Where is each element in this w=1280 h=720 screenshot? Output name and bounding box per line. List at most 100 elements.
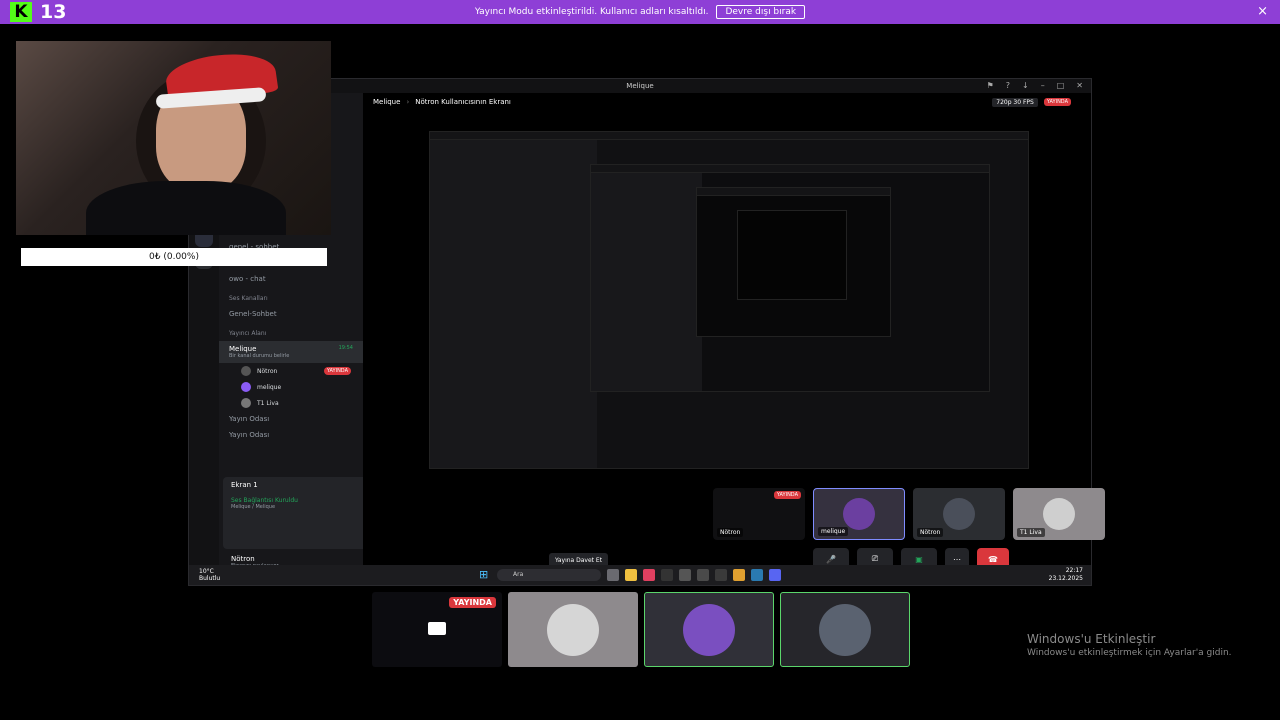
maximize-icon[interactable]: □ <box>1057 81 1065 90</box>
donation-goal-bar: 0₺ (0.00%) <box>21 248 327 266</box>
notion-icon[interactable] <box>679 569 691 581</box>
panel-title: Ekran 1 <box>231 481 258 489</box>
participant-tile[interactable]: YAYINDA Nötron <box>713 488 805 540</box>
watermark-subtitle: Windows'u etkinleştirmek için Ayarlar'a … <box>1027 648 1232 658</box>
active-channel-time: 19:54 <box>338 345 353 351</box>
channel-item[interactable]: Yayın Odası <box>219 411 363 427</box>
nested-titlebar <box>591 165 989 173</box>
connection-sub: Melique / Melique <box>231 504 276 510</box>
channel-name: Melique <box>373 98 401 106</box>
kick-logo-icon: K <box>10 2 32 22</box>
live-badge: YAYINDA <box>449 597 496 608</box>
weather-condition: Bulutlu <box>199 575 221 582</box>
active-channel-name: Melique <box>229 345 257 353</box>
avatar <box>843 498 875 530</box>
stream-preview-tile[interactable]: YAYINDA <box>372 592 502 667</box>
member-name: Nötron <box>257 367 278 375</box>
voice-channel-general[interactable]: Genel-Sohbet <box>219 306 363 322</box>
nested-screen <box>696 187 891 337</box>
channel-number: 13 <box>40 1 67 23</box>
active-channel-status: Bir kanal durumu belirle <box>229 353 290 359</box>
stream-category[interactable]: Yayıncı Alanı <box>219 322 363 341</box>
participant-tile[interactable] <box>644 592 774 667</box>
app-icon[interactable] <box>697 569 709 581</box>
clock-time: 22:17 <box>1065 567 1083 574</box>
member-name: T1 Liva <box>257 399 279 407</box>
participant-tile[interactable]: Nötron <box>913 488 1005 540</box>
voice-member[interactable]: T1 Liva <box>229 395 363 411</box>
user-name: Nötron <box>231 555 255 563</box>
quality-badge: 720p 30 FPS <box>992 97 1038 107</box>
disable-streamer-mode-button[interactable]: Devre dışı bırak <box>716 5 806 19</box>
window-title: Melique <box>626 82 654 90</box>
windows-taskbar: 10°C Bulutlu ⊞ Ara 22:17 23.12.2025 <box>189 565 1091 585</box>
participant-name: T1 Liva <box>1017 528 1045 537</box>
steam-icon[interactable] <box>751 569 763 581</box>
avatar <box>819 603 871 656</box>
watermark-title: Windows'u Etkinleştir <box>1027 632 1156 646</box>
chrome-icon[interactable] <box>733 569 745 581</box>
webcam-overlay <box>16 41 331 235</box>
connection-status: Ses Bağlantısı Kuruldu <box>231 497 298 504</box>
banner-message: Yayıncı Modu etkinleştirildi. Kullanıcı … <box>474 7 709 17</box>
tv-app-icon[interactable] <box>661 569 673 581</box>
inbox-icon[interactable]: ⚑ <box>987 81 994 90</box>
avatar <box>683 603 735 656</box>
weather-temp: 10°C <box>199 568 214 575</box>
participant-tile[interactable] <box>780 592 910 667</box>
participant-tiles: YAYINDA Nötron melique Nötron T1 Liva <box>713 488 1105 540</box>
nested-titlebar <box>430 132 1028 140</box>
clock-date: 23.12.2025 <box>1048 575 1083 582</box>
music-app-icon[interactable] <box>643 569 655 581</box>
stream-header: Melique › Nötron Kullanıcısının Ekranı 7… <box>363 93 1091 111</box>
live-badge: YAYINDA <box>773 491 801 499</box>
task-view-icon[interactable] <box>607 569 619 581</box>
help-icon[interactable]: ? <box>1006 81 1010 90</box>
nested-titlebar <box>697 188 890 196</box>
windows-activation-watermark: Windows'u Etkinleştir Windows'u etkinleş… <box>1027 632 1232 658</box>
shared-screen <box>429 131 1029 469</box>
close-icon[interactable]: × <box>1257 4 1268 19</box>
live-badge: YAYINDA <box>1043 98 1071 106</box>
taskbar-search[interactable]: Ara <box>497 569 601 581</box>
taskbar-clock[interactable]: 22:17 23.12.2025 <box>1049 567 1083 583</box>
nested-sidebar <box>430 140 598 468</box>
voice-member[interactable]: melique <box>229 379 363 395</box>
stream-view: Melique › Nötron Kullanıcısının Ekranı 7… <box>363 93 1105 570</box>
participant-tile[interactable] <box>508 592 638 667</box>
channel-item[interactable]: owo - chat <box>219 271 363 287</box>
participant-tile[interactable]: melique <box>813 488 905 540</box>
participant-name: Nötron <box>917 528 944 537</box>
voice-member[interactable]: Nötron YAYINDA <box>229 363 363 379</box>
nested-screen <box>737 210 847 300</box>
streamer-mode-banner: K 13 Yayıncı Modu etkinleştirildi. Kulla… <box>0 0 1280 24</box>
avatar <box>241 366 251 376</box>
active-voice-channel[interactable]: Melique 19:54 Bir kanal durumu belirle <box>219 341 363 363</box>
avatar <box>241 398 251 408</box>
stream-title: Nötron Kullanıcısının Ekranı <box>415 98 511 106</box>
window-close-icon[interactable]: ✕ <box>1076 81 1083 90</box>
weather-widget[interactable]: 10°C Bulutlu <box>189 568 220 582</box>
avatar <box>943 498 975 530</box>
file-explorer-icon[interactable] <box>625 569 637 581</box>
voice-category[interactable]: Ses Kanalları <box>219 287 363 306</box>
windows-start-icon[interactable]: ⊞ <box>479 569 491 581</box>
kick-overlay: K 13 <box>0 0 70 24</box>
avatar <box>241 382 251 392</box>
channel-item[interactable]: Yayın Odası <box>219 427 363 443</box>
avatar <box>1043 498 1075 530</box>
avatar <box>547 603 599 656</box>
participant-tile[interactable]: T1 Liva <box>1013 488 1105 540</box>
discord-icon[interactable] <box>769 569 781 581</box>
taskbar-apps <box>607 569 781 581</box>
download-icon[interactable]: ↓ <box>1022 81 1029 90</box>
member-name: melique <box>257 383 282 391</box>
bottom-participant-tiles: YAYINDA <box>372 592 910 667</box>
chatgpt-icon[interactable] <box>715 569 727 581</box>
minimize-icon[interactable]: – <box>1041 81 1045 90</box>
nested-screen <box>590 164 990 392</box>
participant-name: Nötron <box>717 528 744 537</box>
participant-name: melique <box>818 527 849 536</box>
nested-sidebar <box>591 173 703 391</box>
separator: › <box>406 98 410 106</box>
